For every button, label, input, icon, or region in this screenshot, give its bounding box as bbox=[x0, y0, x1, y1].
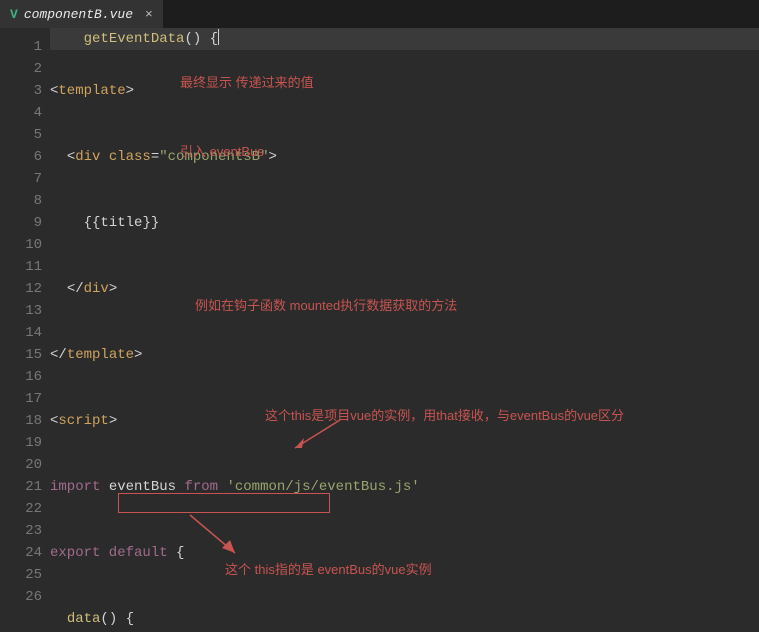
code-line[interactable]: <div class="componentsB"> bbox=[50, 146, 759, 168]
line-number: 6 bbox=[0, 146, 42, 168]
code-line[interactable]: <script> bbox=[50, 410, 759, 432]
line-number: 19 bbox=[0, 432, 42, 454]
line-number: 9 bbox=[0, 212, 42, 234]
tab-filename: componentB.vue bbox=[24, 7, 133, 22]
code-line[interactable]: import eventBus from 'common/js/eventBus… bbox=[50, 476, 759, 498]
line-number: 18 bbox=[0, 410, 42, 432]
line-number: 2 bbox=[0, 58, 42, 80]
code-line-active[interactable]: getEventData() { bbox=[50, 28, 759, 50]
code-line[interactable]: </template> bbox=[50, 344, 759, 366]
line-number: 4 bbox=[0, 102, 42, 124]
code-line[interactable]: </div> bbox=[50, 278, 759, 300]
line-number: 1 bbox=[0, 36, 42, 58]
line-number: 7 bbox=[0, 168, 42, 190]
code-line[interactable]: {{title}} bbox=[50, 212, 759, 234]
line-number: 21 bbox=[0, 476, 42, 498]
editor-area[interactable]: 1 2 3 4 5 6 7 8 9 10 11 12 13 14 15 16 1… bbox=[0, 28, 759, 632]
close-icon[interactable]: × bbox=[145, 7, 153, 22]
text-cursor bbox=[218, 29, 219, 45]
line-number: 17 bbox=[0, 388, 42, 410]
vue-file-icon: V bbox=[10, 7, 18, 22]
line-number: 8 bbox=[0, 190, 42, 212]
line-number: 3 bbox=[0, 80, 42, 102]
code-line[interactable]: data() { bbox=[50, 608, 759, 630]
tab-bar: V componentB.vue × bbox=[0, 0, 759, 28]
line-number-gutter: 1 2 3 4 5 6 7 8 9 10 11 12 13 14 15 16 1… bbox=[0, 28, 50, 632]
line-number: 10 bbox=[0, 234, 42, 256]
line-number: 16 bbox=[0, 366, 42, 388]
line-number: 14 bbox=[0, 322, 42, 344]
line-number: 5 bbox=[0, 124, 42, 146]
line-number: 20 bbox=[0, 454, 42, 476]
code-line[interactable]: export default { bbox=[50, 542, 759, 564]
line-number: 13 bbox=[0, 300, 42, 322]
line-number: 24 bbox=[0, 542, 42, 564]
line-number: 15 bbox=[0, 344, 42, 366]
file-tab[interactable]: V componentB.vue × bbox=[0, 0, 163, 28]
line-number: 11 bbox=[0, 256, 42, 278]
line-number: 26 bbox=[0, 586, 42, 608]
line-number: 25 bbox=[0, 564, 42, 586]
code-content[interactable]: <template> <div class="componentsB"> {{t… bbox=[50, 28, 759, 632]
line-number: 23 bbox=[0, 520, 42, 542]
code-line[interactable]: <template> bbox=[50, 80, 759, 102]
line-number: 12 bbox=[0, 278, 42, 300]
line-number: 22 bbox=[0, 498, 42, 520]
